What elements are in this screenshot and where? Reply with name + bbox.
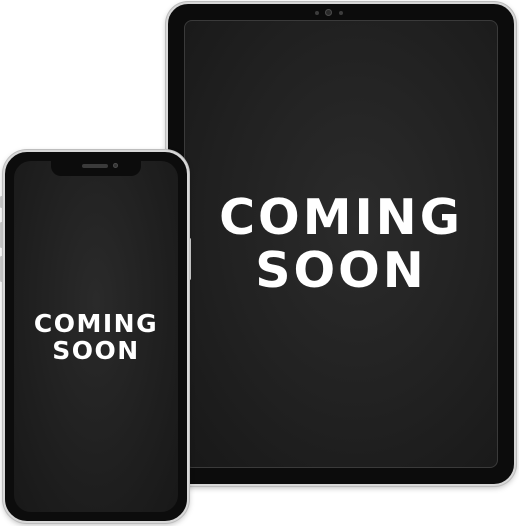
tablet-sensor-icon — [339, 11, 343, 15]
tablet-coming-soon-message: COMING SOON — [219, 189, 463, 299]
phone-message-line2: SOON — [52, 335, 140, 365]
phone-device: COMING SOON — [3, 150, 189, 523]
phone-message-line1: COMING — [33, 308, 159, 338]
phone-speaker-icon — [82, 164, 108, 168]
phone-screen: COMING SOON — [14, 161, 178, 512]
device-mockup-stage: COMING SOON COMING SOON — [0, 0, 519, 526]
phone-camera-icon — [113, 163, 118, 168]
tablet-sensor-icon — [315, 11, 319, 15]
phone-notch — [51, 161, 141, 176]
tablet-camera — [315, 9, 345, 16]
tablet-screen: COMING SOON — [184, 20, 498, 468]
tablet-device: COMING SOON — [166, 2, 516, 486]
tablet-message-line2: SOON — [255, 242, 427, 299]
tablet-message-line1: COMING — [219, 189, 463, 246]
phone-coming-soon-message: COMING SOON — [34, 309, 158, 365]
tablet-camera-icon — [325, 9, 332, 16]
